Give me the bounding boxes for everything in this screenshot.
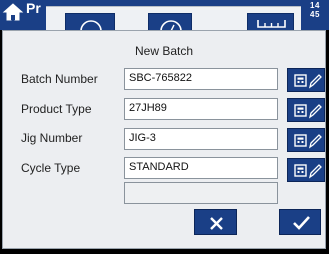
keypad-pencil-icon <box>294 134 322 149</box>
close-icon <box>210 217 223 230</box>
app-abbrev: Pr <box>26 0 41 16</box>
product-type-label: Product Type <box>21 102 92 116</box>
counter-bottom: 45 <box>310 10 320 19</box>
batch-number-edit-button[interactable] <box>287 68 325 92</box>
home-icon[interactable] <box>2 2 24 22</box>
dial-button[interactable] <box>65 13 115 32</box>
top-bar: Pr 14 45 <box>0 0 329 32</box>
keypad-pencil-icon <box>294 164 322 179</box>
checkmark-icon <box>293 216 310 230</box>
dialog-title: New Batch <box>134 44 194 58</box>
counter: 14 45 <box>302 1 328 19</box>
cycle-type-field[interactable]: STANDARD <box>124 157 278 179</box>
product-type-field[interactable]: 27JH89 <box>124 98 278 120</box>
jig-number-field[interactable]: JIG-3 <box>124 128 278 150</box>
batch-number-label: Batch Number <box>21 72 98 86</box>
cycle-type-edit-button[interactable] <box>287 158 325 182</box>
ok-button[interactable] <box>279 209 321 235</box>
batch-number-field[interactable]: SBC-765822 <box>124 68 278 90</box>
keypad-pencil-icon <box>294 104 322 119</box>
jig-number-edit-button[interactable] <box>287 128 325 152</box>
toolbar-strip <box>46 6 301 32</box>
new-batch-dialog: New Batch Batch Number SBC-765822 Produc… <box>2 30 326 249</box>
tray-button[interactable] <box>247 13 294 31</box>
keypad-pencil-icon <box>294 74 322 89</box>
extra-field[interactable] <box>124 182 278 204</box>
counter-top: 14 <box>310 1 320 10</box>
gauge-button[interactable] <box>148 13 192 32</box>
cycle-type-label: Cycle Type <box>21 161 81 175</box>
cancel-button[interactable] <box>194 209 237 235</box>
product-type-edit-button[interactable] <box>287 98 325 122</box>
jig-number-label: Jig Number <box>21 131 83 145</box>
